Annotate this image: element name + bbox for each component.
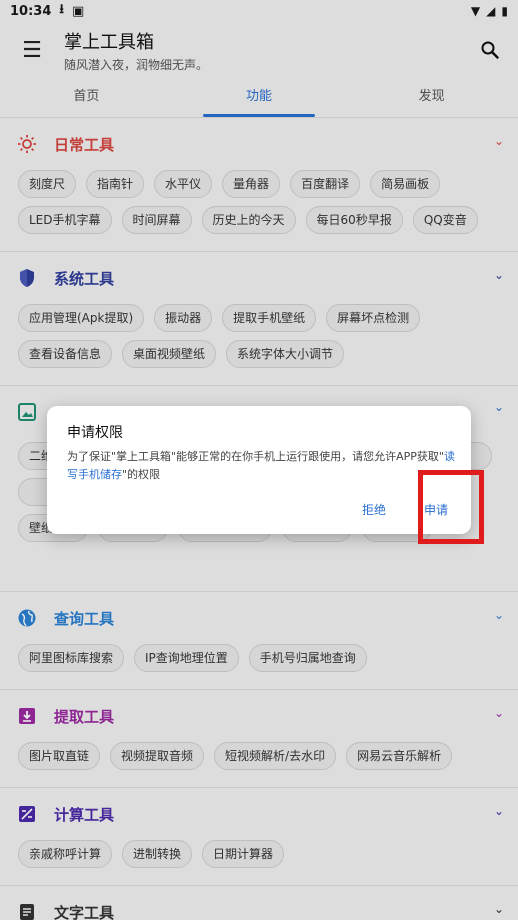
- dialog-title: 申请权限: [67, 425, 123, 441]
- dialog-message: 为了保证"掌上工具箱"能够正常的在你手机上运行跟使用，请您允许APP获取"读写手…: [67, 450, 455, 481]
- deny-button[interactable]: 拒绝: [362, 501, 386, 518]
- permission-dialog: 申请权限 为了保证"掌上工具箱"能够正常的在你手机上运行跟使用，请您允许APP获…: [47, 406, 471, 534]
- highlight-box: [418, 470, 484, 544]
